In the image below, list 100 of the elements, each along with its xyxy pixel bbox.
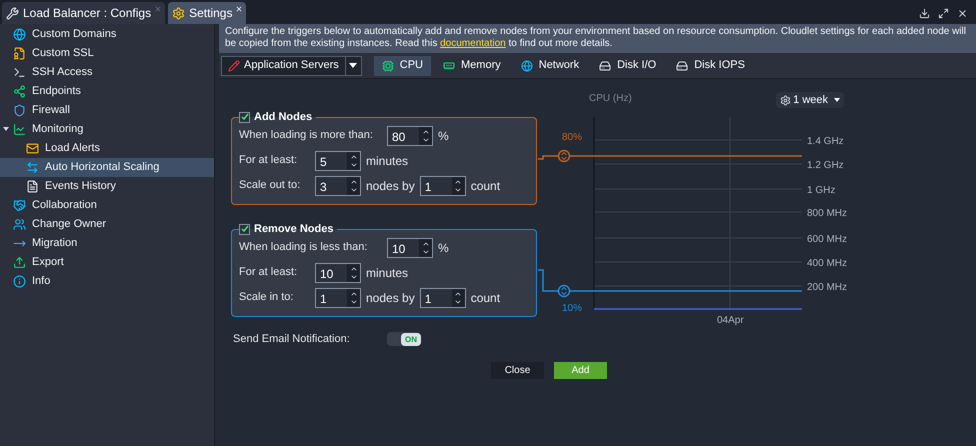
- sidebar-label: Collaboration: [32, 198, 97, 214]
- axis-label: 04Apr: [717, 315, 744, 326]
- sidebar-item[interactable]: Custom Domains: [0, 25, 214, 44]
- field-value: 1: [424, 290, 432, 306]
- sidebar-label: Custom SSL: [32, 46, 94, 62]
- threshold-label: 10%: [562, 303, 582, 314]
- stepper-icon[interactable]: [347, 264, 360, 282]
- sidebar-item[interactable]: Events History: [0, 177, 214, 196]
- tab[interactable]: Load Balancer : Configs: [2, 2, 166, 24]
- stepper-icon[interactable]: [347, 176, 360, 194]
- number-field[interactable]: 1: [315, 288, 361, 308]
- info-icon: [13, 275, 26, 288]
- stepper-icon[interactable]: [419, 126, 432, 144]
- number-field[interactable]: 10: [315, 262, 361, 282]
- number-field[interactable]: 5: [315, 150, 361, 170]
- axis-label: 600 MHz: [807, 234, 848, 245]
- expand-icon[interactable]: [938, 8, 949, 18]
- field-label: Scale in to:: [239, 290, 294, 306]
- resource-tab[interactable]: Memory: [435, 56, 509, 76]
- field-value: 1: [319, 290, 328, 306]
- chart-icon: [13, 123, 26, 136]
- checkbox[interactable]: [239, 224, 250, 235]
- stepper-icon[interactable]: [452, 176, 465, 194]
- arrows-icon: [26, 161, 39, 174]
- field-value: 5: [319, 154, 328, 170]
- users-icon: [13, 218, 26, 231]
- field-value: 10: [391, 240, 406, 256]
- threshold-label: 80%: [562, 132, 582, 143]
- toggle-label: ON: [401, 332, 421, 346]
- banner-text: Configure the triggers below to automatically add and remove nodes from your environment based on resource consumption. Cloudlet settings for each added node will be copied from the existing instances. Read this documentation to find out more details.: [225, 26, 966, 49]
- drag-handle[interactable]: [558, 150, 570, 162]
- sidebar-item[interactable]: Firewall: [0, 101, 214, 120]
- documentation-link[interactable]: documentation: [440, 38, 506, 49]
- sidebar-item[interactable]: Load Alerts: [0, 139, 214, 158]
- drag-handle[interactable]: [558, 284, 570, 298]
- unit-label: minutes: [366, 152, 408, 170]
- stepper-icon[interactable]: [347, 288, 360, 306]
- sidebar-item[interactable]: Collaboration: [0, 196, 214, 215]
- resource-tab[interactable]: CPU: [374, 56, 432, 76]
- sidebar-item[interactable]: Change Owner: [0, 215, 214, 234]
- checkbox[interactable]: [239, 112, 250, 123]
- sidebar-item[interactable]: Export: [0, 253, 214, 272]
- memory-icon: [443, 60, 456, 72]
- period-dropdown[interactable]: 1 week: [776, 92, 844, 108]
- stepper-icon[interactable]: [347, 152, 360, 170]
- sidebar-item[interactable]: Custom SSL: [0, 44, 214, 63]
- wrench-icon: [6, 6, 19, 20]
- unit-label: nodes by: [366, 178, 415, 194]
- resource-tab[interactable]: Disk IOPS: [668, 56, 753, 76]
- number-field[interactable]: 10: [387, 238, 433, 258]
- node-group-dropdown[interactable]: Application Servers: [221, 56, 362, 76]
- sidebar-label: Load Alerts: [45, 141, 100, 156]
- tab[interactable]: Settings: [168, 2, 246, 24]
- field-label: Scale out to:: [239, 178, 302, 194]
- sidebar-label: Firewall: [32, 103, 70, 118]
- globe-icon: [13, 28, 26, 41]
- field-label: For at least:: [239, 265, 298, 280]
- terminal-icon: [13, 66, 26, 79]
- sidebar-item[interactable]: Endpoints: [0, 82, 214, 101]
- stepper-icon[interactable]: [452, 288, 465, 306]
- number-field[interactable]: 80: [387, 126, 433, 146]
- gear-icon: [780, 94, 792, 106]
- sidebar-label: Migration: [32, 236, 78, 252]
- field-value: 80: [391, 128, 406, 144]
- unit-label: minutes: [366, 264, 408, 282]
- axis-label: 1.2 GHz: [807, 160, 844, 171]
- dropdown-value: Application Servers: [244, 58, 339, 74]
- sidebar-item[interactable]: Info: [0, 272, 214, 291]
- number-field[interactable]: 1: [420, 288, 466, 308]
- field-label: For at least:: [239, 153, 298, 168]
- nodes-icon: [13, 85, 26, 98]
- sidebar-item[interactable]: Monitoring: [0, 120, 214, 139]
- number-field[interactable]: 3: [315, 176, 361, 196]
- stepper-icon[interactable]: [419, 238, 432, 256]
- sidebar-item[interactable]: SSH Access: [0, 63, 214, 82]
- axis-label: 800 MHz: [807, 208, 848, 219]
- gear-icon: [172, 6, 186, 20]
- expand-caret-icon[interactable]: [3, 127, 9, 131]
- sidebar-item[interactable]: Migration: [0, 234, 214, 253]
- upload-icon: [13, 256, 26, 269]
- field-value: 3: [319, 178, 328, 194]
- resource-tab[interactable]: Disk I/O: [591, 56, 664, 76]
- close-icon[interactable]: [235, 5, 244, 13]
- field-value: 10: [319, 266, 334, 282]
- resource-tab[interactable]: Network: [512, 56, 588, 76]
- sidebar-item[interactable]: Auto Horizontal Scaling: [0, 158, 214, 177]
- axis-label: 1.4 GHz: [807, 136, 844, 147]
- close-button[interactable]: Close: [491, 362, 544, 378]
- chip-icon: [382, 60, 394, 72]
- number-field[interactable]: 1: [420, 176, 466, 196]
- sidebar-label: Endpoints: [32, 84, 81, 100]
- unit-label: count: [470, 178, 500, 194]
- handshake-icon: [13, 199, 26, 212]
- download-icon[interactable]: [919, 8, 930, 18]
- certificate-icon: [13, 47, 26, 60]
- field-label: When loading is more than:: [239, 128, 374, 144]
- axis-label: 400 MHz: [807, 258, 848, 269]
- close-icon[interactable]: [957, 8, 968, 18]
- unit-label: %: [438, 240, 449, 256]
- field-label: When loading is less than:: [239, 240, 368, 256]
